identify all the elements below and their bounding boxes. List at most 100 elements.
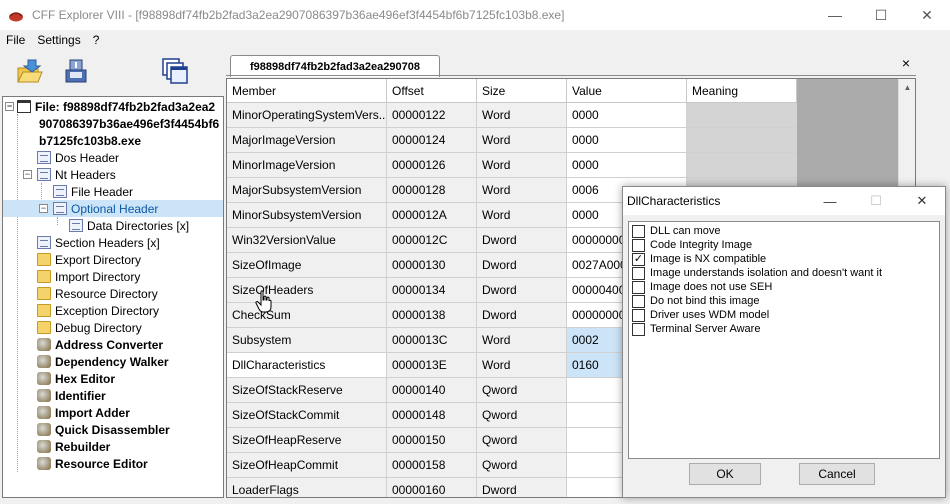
tree-file-name-cont: 907086397b36ae496ef3f4454bf6	[39, 116, 220, 131]
checkbox[interactable]	[632, 322, 645, 336]
characteristic-option[interactable]: Image does not use SEH	[632, 280, 772, 294]
table-row[interactable]: MinorOperatingSystemVers... 00000122 Word 0…	[227, 103, 797, 128]
folder-icon	[37, 321, 51, 334]
offset-cell: 0000012C	[387, 228, 477, 253]
member-cell: Win32VersionValue	[227, 228, 387, 253]
collapse-icon[interactable]: −	[5, 102, 14, 111]
cancel-button[interactable]: Cancel	[799, 463, 875, 485]
member-cell: SizeOfStackReserve	[227, 378, 387, 403]
tree-item-dependency-walker[interactable]: Dependency Walker	[37, 353, 169, 370]
tree-item-section-headers[interactable]: Section Headers [x]	[37, 234, 160, 251]
value-cell[interactable]: 0000	[567, 128, 687, 153]
save-file-icon[interactable]	[60, 56, 90, 86]
menu-help[interactable]: ?	[93, 33, 100, 47]
offset-cell: 00000160	[387, 478, 477, 497]
tree-item-export-directory[interactable]: Export Directory	[37, 251, 141, 268]
ok-button[interactable]: OK	[689, 463, 761, 485]
tree-item-quick-disassembler[interactable]: Quick Disassembler	[37, 421, 170, 438]
scroll-up-icon[interactable]: ▲	[899, 79, 915, 96]
column-meaning[interactable]: Meaning	[687, 79, 797, 103]
size-cell: Qword	[477, 428, 567, 453]
checkbox[interactable]	[632, 294, 645, 308]
characteristic-option[interactable]: ✓ Image is NX compatible	[632, 252, 766, 266]
option-label: Do not bind this image	[650, 295, 760, 307]
tree-item-rebuilder[interactable]: Rebuilder	[37, 438, 110, 455]
document-icon	[53, 185, 67, 198]
meaning-cell	[687, 153, 797, 178]
document-icon	[37, 236, 51, 249]
minimize-button[interactable]: —	[812, 0, 858, 30]
tree-item-debug-directory[interactable]: Debug Directory	[37, 319, 142, 336]
checkbox[interactable]	[632, 266, 645, 280]
option-label: Terminal Server Aware	[650, 323, 761, 335]
column-offset[interactable]: Offset	[387, 79, 477, 103]
tree-item-import-directory[interactable]: Import Directory	[37, 268, 140, 285]
size-cell: Word	[477, 353, 567, 378]
characteristic-option[interactable]: Code Integrity Image	[632, 238, 752, 252]
member-cell: SizeOfImage	[227, 253, 387, 278]
characteristic-option[interactable]: Do not bind this image	[632, 294, 759, 308]
size-cell: Qword	[477, 403, 567, 428]
tree-item-resource-directory[interactable]: Resource Directory	[37, 285, 158, 302]
member-cell: SizeOfHeapReserve	[227, 428, 387, 453]
value-cell[interactable]: 0000	[567, 103, 687, 128]
checkbox[interactable]	[632, 238, 645, 252]
characteristic-option[interactable]: DLL can move	[632, 224, 721, 238]
maximize-button[interactable]: ☐	[858, 0, 904, 30]
tab-file[interactable]: f98898df74fb2b2fad3a2ea290708	[230, 55, 440, 77]
size-cell: Dword	[477, 278, 567, 303]
characteristic-option[interactable]: Driver uses WDM model	[632, 308, 769, 322]
column-value[interactable]: Value	[567, 79, 687, 103]
tree-item-dos-header[interactable]: Dos Header	[37, 149, 119, 166]
grid-header: Member Offset Size Value Meaning	[227, 79, 797, 103]
tree-item-optional-header[interactable]: − Optional Header	[3, 200, 223, 217]
tree-item-hex-editor[interactable]: Hex Editor	[37, 370, 115, 387]
table-row[interactable]: MajorImageVersion 00000124 Word 0000	[227, 128, 797, 153]
tree-item-exception-directory[interactable]: Exception Directory	[37, 302, 159, 319]
dialog-minimize-button[interactable]: —	[807, 187, 853, 215]
folder-icon	[37, 287, 51, 300]
menu-settings[interactable]: Settings	[37, 33, 80, 47]
column-member[interactable]: Member	[227, 79, 387, 103]
open-file-icon[interactable]	[14, 56, 44, 86]
value-cell[interactable]: 0000	[567, 153, 687, 178]
checkbox[interactable]: ✓	[632, 252, 645, 266]
tree-item-nt-headers[interactable]: − Nt Headers	[23, 166, 116, 183]
tree-file-root[interactable]: − File: f98898df74fb2b2fad3a2ea2	[5, 98, 215, 115]
characteristic-option[interactable]: Image understands isolation and doesn't …	[632, 266, 882, 280]
tree-item-resource-editor[interactable]: Resource Editor	[37, 455, 148, 472]
tab-close-icon[interactable]: ×	[902, 55, 910, 71]
tree-item-address-converter[interactable]: Address Converter	[37, 336, 163, 353]
tab-strip: f98898df74fb2b2fad3a2ea290708 ×	[226, 52, 916, 77]
pe-structure-tree[interactable]: − File: f98898df74fb2b2fad3a2ea2 9070863…	[2, 96, 224, 498]
size-cell: Word	[477, 328, 567, 353]
table-row[interactable]: MinorImageVersion 00000126 Word 0000	[227, 153, 797, 178]
menu-file[interactable]: File	[6, 33, 25, 47]
size-cell: Word	[477, 103, 567, 128]
close-button[interactable]: ✕	[904, 0, 950, 30]
checkbox[interactable]	[632, 280, 645, 294]
tree-item-identifier[interactable]: Identifier	[37, 387, 106, 404]
document-icon	[37, 168, 51, 181]
tree-item-file-header[interactable]: File Header	[53, 183, 133, 200]
offset-cell: 0000012A	[387, 203, 477, 228]
windows-icon[interactable]	[160, 56, 190, 86]
offset-cell: 00000158	[387, 453, 477, 478]
dialog-close-button[interactable]: ✕	[899, 187, 945, 215]
collapse-icon[interactable]: −	[23, 170, 32, 179]
offset-cell: 00000150	[387, 428, 477, 453]
characteristic-option[interactable]: Terminal Server Aware	[632, 322, 760, 336]
tree-item-data-directories[interactable]: Data Directories [x]	[69, 217, 189, 234]
window-title: CFF Explorer VIII - [f98898df74fb2b2fad3…	[32, 8, 565, 22]
dialog-title: DllCharacteristics	[627, 194, 721, 208]
offset-cell: 00000128	[387, 178, 477, 203]
tree-item-import-adder[interactable]: Import Adder	[37, 404, 130, 421]
characteristics-checklist: DLL can move Code Integrity Image ✓ Image i…	[628, 221, 940, 459]
checkbox[interactable]	[632, 224, 645, 238]
collapse-icon[interactable]: −	[39, 204, 48, 213]
size-cell: Word	[477, 178, 567, 203]
column-size[interactable]: Size	[477, 79, 567, 103]
checkbox[interactable]	[632, 308, 645, 322]
member-cell: MinorImageVersion	[227, 153, 387, 178]
cff-explorer-app-icon	[9, 12, 23, 22]
